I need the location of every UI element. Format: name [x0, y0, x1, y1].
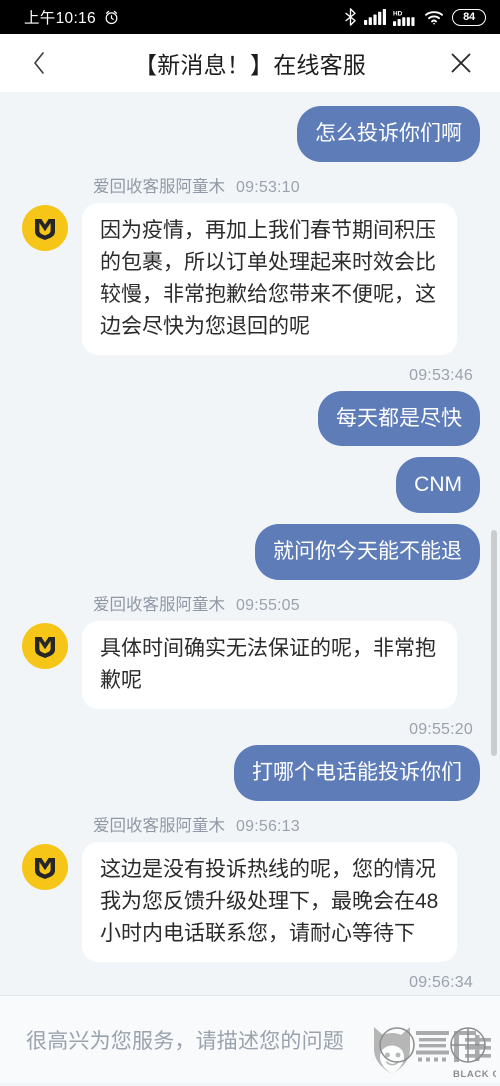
chevron-left-icon [32, 51, 46, 75]
cellular-signal-icon [364, 9, 386, 25]
page-title: 【新消息！】在线客服 [134, 52, 366, 78]
message-meta: 09:56:34 [0, 974, 500, 992]
hd-cellular-signal-icon: HD [393, 9, 417, 26]
chat-screen: 上午10:16 HD 84 【新消息！】在线客服 怎么投诉你们啊 爱回收客服阿童… [0, 0, 500, 1083]
message-timestamp: 09:56:13 [236, 817, 300, 835]
scrollbar-thumb[interactable] [491, 530, 497, 756]
message-bubble[interactable]: 就问你今天能不能退 [255, 524, 480, 581]
wifi-icon [424, 9, 445, 25]
message-row-outgoing: 每天都是尽快 [0, 390, 500, 447]
message-row-outgoing: 怎么投诉你们啊 [0, 106, 500, 162]
status-bar-clock: 上午10:16 [24, 10, 96, 27]
message-timestamp: 09:53:10 [236, 178, 300, 196]
avatar[interactable] [22, 204, 68, 251]
avatar[interactable] [22, 623, 68, 670]
close-icon [450, 52, 472, 74]
battery-level-label: 84 [463, 11, 475, 23]
message-meta: 09:53:46 [0, 367, 500, 385]
message-meta: 爱回收客服阿童木 09:56:13 [0, 812, 500, 836]
message-bubble[interactable]: 这边是没有投诉热线的呢，您的情况我为您反馈升级处理下，最晚会在48小时内电话联系… [82, 841, 457, 962]
message-input[interactable]: 很高兴为您服务，请描述您的问题 [26, 1025, 474, 1055]
aihuishou-logo-icon [31, 214, 59, 242]
message-bubble[interactable]: 每天都是尽快 [318, 390, 480, 447]
message-meta: 09:55:20 [0, 721, 500, 739]
sender-name: 爱回收客服阿童木 [93, 596, 225, 615]
status-bar: 上午10:16 HD 84 [0, 0, 500, 34]
avatar[interactable] [22, 843, 68, 890]
message-bubble[interactable]: 具体时间确实无法保证的呢，非常抱歉呢 [82, 621, 457, 710]
svg-text:BLACK CAT: BLACK CAT [453, 1069, 496, 1080]
message-meta: 爱回收客服阿童木 09:55:05 [0, 591, 500, 615]
alarm-clock-icon [103, 9, 120, 26]
message-bubble[interactable]: 打哪个电话能投诉你们 [234, 745, 480, 801]
battery-indicator: 84 [452, 8, 486, 26]
aihuishou-logo-icon [31, 632, 59, 660]
sender-name: 爱回收客服阿童木 [93, 816, 225, 835]
sender-name: 爱回收客服阿童木 [93, 177, 225, 196]
message-list[interactable]: 怎么投诉你们啊 爱回收客服阿童木 09:53:10 因为疫情，再加上我们春节期间… [0, 92, 500, 995]
message-meta: 爱回收客服阿童木 09:53:10 [0, 173, 500, 197]
svg-text:HD: HD [393, 10, 403, 17]
message-row-outgoing: 就问你今天能不能退 [0, 524, 500, 581]
message-row-incoming: 因为疫情，再加上我们春节期间积压的包裹，所以订单处理起来时效会比较慢，非常抱歉给… [0, 202, 500, 355]
aihuishou-logo-icon [31, 853, 59, 881]
close-button[interactable] [444, 46, 478, 80]
message-timestamp: 09:55:20 [409, 721, 473, 739]
message-bubble[interactable]: 怎么投诉你们啊 [297, 106, 480, 162]
message-bubble[interactable]: 因为疫情，再加上我们春节期间积压的包裹，所以订单处理起来时效会比较慢，非常抱歉给… [82, 202, 457, 355]
message-timestamp: 09:53:46 [409, 366, 473, 384]
composer-bar: 很高兴为您服务，请描述您的问题 BLACK [0, 995, 500, 1083]
status-bar-left: 上午10:16 [24, 6, 120, 28]
chat-header: 【新消息！】在线客服 [0, 34, 500, 92]
message-bubble[interactable]: CNM [396, 457, 480, 514]
message-row-outgoing: 打哪个电话能投诉你们 [0, 745, 500, 801]
status-bar-right: HD 84 [344, 8, 486, 26]
message-timestamp: 09:55:05 [236, 597, 300, 615]
message-row-incoming: 具体时间确实无法保证的呢，非常抱歉呢 [0, 621, 500, 710]
back-button[interactable] [22, 46, 56, 80]
message-row-outgoing: CNM [0, 457, 500, 514]
bluetooth-icon [344, 8, 357, 26]
message-row-incoming: 这边是没有投诉热线的呢，您的情况我为您反馈升级处理下，最晚会在48小时内电话联系… [0, 841, 500, 962]
message-timestamp: 09:56:34 [409, 973, 473, 991]
